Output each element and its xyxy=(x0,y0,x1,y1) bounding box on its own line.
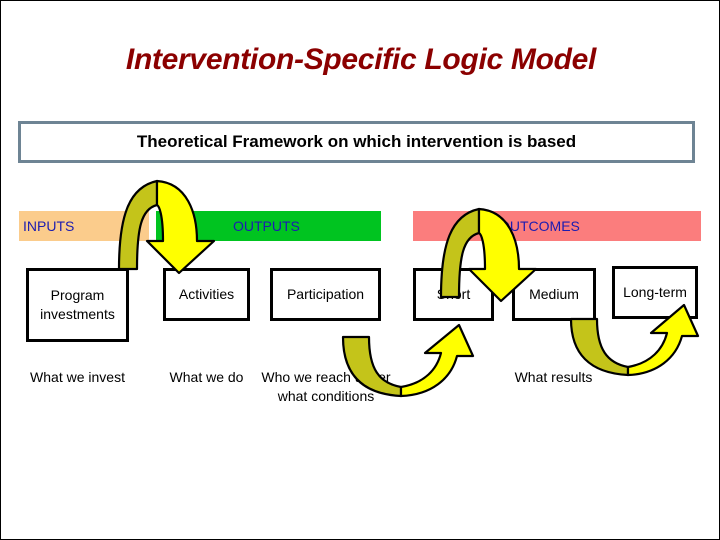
caption-what-results: What results xyxy=(514,369,593,385)
page-title: Intervention-Specific Logic Model xyxy=(125,43,597,76)
band-label-inputs: INPUTS xyxy=(23,218,75,234)
box-program-investments: Program investments xyxy=(26,268,129,342)
theoretical-framework-label: Theoretical Framework on which intervent… xyxy=(136,132,577,151)
caption-what-we-do: What we do xyxy=(169,369,244,385)
box-long-term-outcomes: Long-term xyxy=(612,266,698,319)
theoretical-framework-box: Theoretical Framework on which intervent… xyxy=(18,121,695,163)
band-label-outcomes: OUTCOMES xyxy=(499,218,580,234)
box-short-outcomes: Short xyxy=(413,268,494,321)
caption-who-we-reach: Who we reach under what conditions xyxy=(261,369,391,404)
box-medium-outcomes: Medium xyxy=(512,268,596,321)
box-participation: Participation xyxy=(270,268,381,321)
box-activities: Activities xyxy=(163,268,250,321)
caption-what-we-invest: What we invest xyxy=(30,369,125,385)
logic-model-slide: Intervention-Specific Logic Model Theore… xyxy=(0,0,720,540)
band-label-outputs: OUTPUTS xyxy=(233,218,300,234)
